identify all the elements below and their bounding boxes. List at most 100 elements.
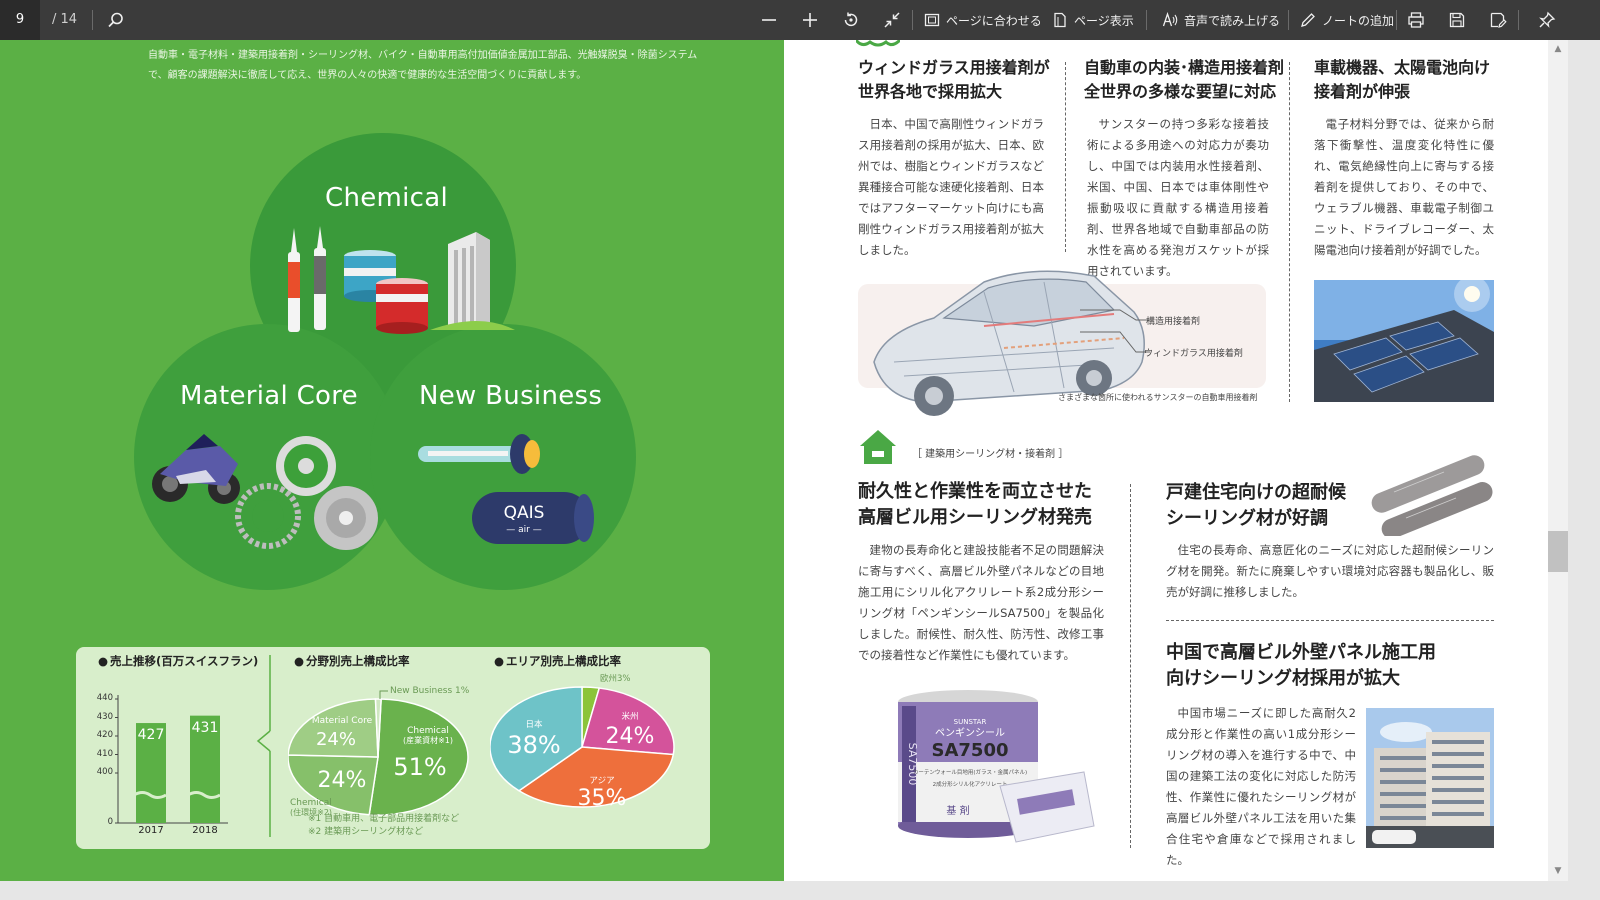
pie-value-americas: 24% [606,724,655,749]
add-note-button[interactable]: ノートの追加 [1300,8,1394,32]
x-tick-label: 2017 [138,825,164,836]
toolbar-divider [92,10,93,30]
save-icon[interactable] [1445,8,1469,32]
car-label-structural: 構造用接着剤 [1146,317,1201,327]
y-tick-label: 430 [96,711,113,722]
sealant-tubes-image [1371,455,1493,536]
sec2-left-body: 建物の長寿命化と建設技能者不足の問題解決に寄与すべく、高層ビル外壁パネルなどの目… [858,543,1104,662]
sec2-right-top-body: 住宅の長寿命、高意匠化のニーズに対応した超耐候シーリング材を開発。新たに廃棄しや… [1166,543,1494,599]
collapse-icon[interactable] [880,8,904,32]
print-icon[interactable] [1404,8,1428,32]
product-sub: カーテンウォール目地用(ガラス・金属パネル) [913,768,1027,776]
footnote-1: ※1 自動車用、電子部品用接着剤など [308,814,460,824]
pie-label-japan: 日本 [525,719,543,730]
pie-label-europe: 欧州3% [600,673,631,684]
pie-label-chemical-industrial: Chemical [407,726,449,736]
area-chart-title: エリア別売上構成比率 [494,653,621,669]
pie-value-chemical-living: 24% [318,768,367,793]
col1-body: 日本、中国で高剛性ウィンドガラス用接着剤の採用が拡大、日本、欧州では、樹脂とウィ… [858,117,1044,257]
pin-icon[interactable] [1535,8,1559,32]
product-name-jp: ペンギンシール [935,727,1005,739]
col3-heading: 車載機器、太陽電池向け 接着剤が伸張 [1314,58,1491,101]
section-divider [1166,620,1494,621]
page-view-label: ページ表示 [1074,13,1134,28]
bar-value-label: 427 [137,727,165,744]
segment-chart-title: 分野別売上構成比率 [294,653,410,669]
car-caption: さまざまな箇所に使われるサンスターの自動車用接着剤 [1058,393,1258,402]
read-aloud-button[interactable]: 音声で読み上げる [1162,8,1280,32]
page-number-input[interactable]: 9 [0,0,40,40]
pie-value-asia: 35% [578,786,627,811]
section-tag: ［ 建築用シーリング材・接着剤 ］ [912,449,1069,460]
rotate-icon[interactable] [839,8,863,32]
product-base: 基 剤 [946,804,969,817]
add-note-label: ノートの追加 [1322,13,1395,28]
panel-divider [256,655,271,837]
area-pie-chart: 欧州3% 米州 24% アジア35% 日本38% [490,673,675,811]
y-tick-label: 420 [96,730,113,740]
pie-label-chemical-living: Chemical [290,798,332,808]
col1-heading: ウィンドガラス用接着剤が 世界各地で採用拡大 [858,58,1050,101]
pie-label-new-business: New Business 1% [390,686,470,696]
col2-heading: 自動車の内装･構造用接着剤 全世界の多様な要望に対応 [1084,58,1285,101]
stats-panel: 売上推移(百万スイスフラン) 分野別売上構成比率 エリア別売上構成比率 4404… [76,647,710,849]
qais-logo-text: QAIS [504,503,545,523]
chemical-products-illustration [288,226,515,334]
intro-text: 自動車・電子材料・建築用接着剤・シーリング材、バイク・自動車用高付加価値金属加工… [148,50,698,81]
car-label-windshield: ウィンドガラス用接着剤 [1144,349,1243,359]
product-sub2: 2成分形シリル化アクリレート [933,780,1008,788]
pen-icon [1301,13,1315,27]
reader-toolbar: 9 / 14 ページに合わせる ページ表示 音声で読み上げる ノートの追加 [0,0,1600,40]
scroll-down-icon[interactable]: ▼ [1552,866,1564,878]
scroll-up-icon[interactable]: ▲ [1552,44,1564,56]
scrollbar-thumb[interactable] [1548,531,1568,572]
toolbar-divider [1396,10,1397,30]
y-tick-label: 410 [96,748,113,759]
left-page: 自動車・電子材料・建築用接着剤・シーリング材、バイク・自動車用高付加価値金属加工… [0,40,784,881]
pie-label-material-core: Material Core [312,716,373,726]
page-view-button[interactable]: ページ表示 [1052,8,1134,32]
x-tick-label: 2018 [192,825,218,836]
read-aloud-icon [1162,12,1178,27]
right-page: ウィンドガラス用接着剤が 世界各地で採用拡大 日本、中国で高剛性ウィンドガラス用… [784,40,1548,881]
minus-icon[interactable] [757,8,781,32]
vertical-scrollbar[interactable] [1548,40,1568,881]
read-aloud-label: 音声で読み上げる [1184,13,1281,28]
pie-label-americas: 米州 [621,711,638,722]
column-divider [1130,484,1131,848]
pie-value-material-core: 24% [316,729,356,750]
sa7500-product-image: SA7500 SUNSTAR ペンギンシール SA7500 カーテンウォール目地… [898,690,1095,843]
column-divider [1289,62,1290,402]
toolbar-divider [912,10,913,30]
sec2-right-bottom-body: 中国市場ニーズに即した高耐久2成分形と作業性の高い1成分形シーリング材の導入を進… [1166,706,1356,867]
y-tick-label: 0 [107,817,113,827]
bottom-strip [0,881,1600,900]
footnote-2: ※2 建築用シーリング材など [308,827,424,837]
page-view-icon [1054,12,1066,28]
leader-line [379,690,388,699]
fit-page-button[interactable]: ページに合わせる [924,8,1042,32]
col3-body: 電子材料分野では、従来から耐落下衝撃性、温度変化特性に優れ、電気絶縁性向上に寄与… [1314,117,1494,257]
solar-panel-photo [1314,280,1494,402]
plus-icon[interactable] [798,8,822,32]
product-model: SA7500 [932,740,1009,761]
search-icon[interactable] [104,8,128,32]
column-divider [1065,62,1066,252]
save-as-icon[interactable] [1486,8,1510,32]
toolbar-divider [1518,10,1519,30]
venn-label-chemical: Chemical [325,183,449,213]
toolbar-divider [1146,10,1147,30]
pie-label-chemical-industrial-sub: (産業資材※1) [403,735,453,745]
pie-value-chemical-industrial: 51% [393,753,446,781]
section-icon-top [856,40,900,47]
qais-logo-subtext: — air — [506,525,541,535]
house-icon [860,430,896,464]
highrise-building-photo [1366,708,1494,848]
pie-label-asia: アジア [589,776,614,786]
sec2-right-bottom-heading: 中国で高層ビル外壁パネル施工用 向けシーリング材採用が拡大 [1166,642,1436,689]
y-tick-label: 400 [96,767,113,777]
product-brand: SUNSTAR [954,718,987,726]
page-total: / 14 [52,12,78,27]
pie-value-japan: 38% [507,731,560,759]
toolbar-divider [1288,10,1289,30]
